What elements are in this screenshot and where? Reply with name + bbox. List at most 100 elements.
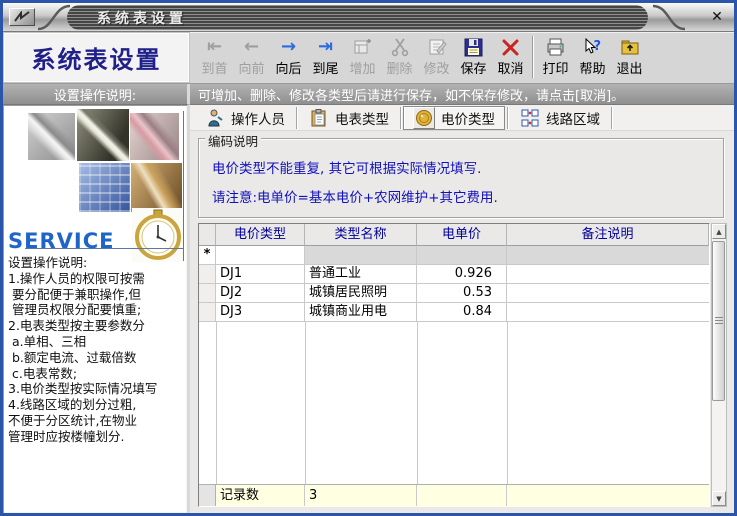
svg-text:?: ? bbox=[593, 39, 601, 54]
next-button[interactable]: → 向后 bbox=[270, 32, 307, 80]
tab-operators[interactable]: 操作人员 bbox=[195, 106, 294, 130]
print-icon bbox=[546, 36, 566, 58]
tab-line-areas[interactable]: 线路区域 bbox=[510, 106, 609, 130]
scrollbar-grip bbox=[715, 317, 723, 325]
cell-code[interactable]: DJ1 bbox=[216, 265, 305, 284]
cell-price[interactable]: 0.84 bbox=[417, 303, 507, 322]
cancel-button[interactable]: 取消 bbox=[492, 32, 529, 80]
price-type-icon bbox=[413, 107, 435, 129]
record-count-label: 记录数 bbox=[216, 485, 305, 506]
note-line-1: 电价类型不能重复, 其它可根据实际情况填写. bbox=[212, 157, 481, 177]
cancel-icon bbox=[501, 36, 520, 58]
meter-type-icon bbox=[308, 107, 329, 128]
cell-note[interactable] bbox=[507, 303, 709, 322]
last-label: 到尾 bbox=[312, 58, 338, 77]
cell-price[interactable]: 0.53 bbox=[417, 284, 507, 303]
footer-empty-cell bbox=[417, 485, 507, 506]
gridline bbox=[216, 322, 217, 484]
note-line-2: 请注意:电单价=基本电价+农网维护+其它费用. bbox=[212, 186, 498, 206]
cell-code[interactable]: DJ2 bbox=[216, 284, 305, 303]
groupbox-legend: 编码说明 bbox=[205, 131, 261, 150]
titlebar-swoosh-left bbox=[37, 3, 71, 32]
selector-header-cell bbox=[199, 224, 216, 246]
help-icon: ? bbox=[583, 36, 603, 58]
tab-meter-types-label: 电表类型 bbox=[335, 108, 389, 128]
record-count-value: 3 bbox=[305, 485, 417, 506]
column-header-remarks[interactable]: 备注说明 bbox=[507, 224, 709, 246]
row-selector[interactable] bbox=[199, 284, 216, 303]
gridline bbox=[417, 322, 418, 484]
tab-meter-types[interactable]: 电表类型 bbox=[299, 106, 398, 130]
exit-button[interactable]: 退出 bbox=[611, 32, 648, 80]
sidebar: SERVICE 设置操作说明: 1.操作人员的权限可按需 要分配便于兼职操作,但… bbox=[3, 105, 190, 513]
close-button[interactable]: ✕ bbox=[708, 8, 726, 26]
save-button[interactable]: 保存 bbox=[455, 32, 492, 80]
exit-label: 退出 bbox=[616, 58, 642, 77]
modify-icon bbox=[427, 36, 447, 58]
cell-name[interactable]: 城镇居民照明 bbox=[305, 284, 417, 303]
collage-books-image bbox=[131, 163, 182, 212]
column-header-unit-price[interactable]: 电单价 bbox=[417, 224, 507, 246]
tab-operators-label: 操作人员 bbox=[231, 108, 285, 128]
logo-icon bbox=[13, 11, 31, 23]
cell-note[interactable] bbox=[507, 284, 709, 303]
table-row[interactable]: DJ2 城镇居民照明 0.53 bbox=[199, 284, 709, 303]
next-icon: → bbox=[281, 36, 296, 58]
scroll-up-button[interactable]: ▲ bbox=[712, 224, 726, 239]
table-row[interactable]: DJ1 普通工业 0.926 bbox=[199, 265, 709, 284]
cell-code[interactable]: DJ3 bbox=[216, 303, 305, 322]
add-label: 增加 bbox=[349, 58, 375, 77]
new-record-code-cell[interactable] bbox=[216, 246, 305, 265]
hint-bar: 可增加、删除、修改各类型后请进行保存，如不保存修改，请点击[取消]。 bbox=[190, 84, 734, 105]
collage-pen-image bbox=[77, 109, 129, 161]
add-icon bbox=[353, 36, 373, 58]
first-icon: ⇤ bbox=[207, 36, 222, 58]
first-label: 到首 bbox=[201, 58, 227, 77]
modify-label: 修改 bbox=[423, 58, 449, 77]
line-area-icon bbox=[519, 107, 540, 128]
exit-icon bbox=[620, 36, 640, 58]
table-footer-row: 记录数 3 bbox=[199, 484, 709, 506]
column-header-price-type[interactable]: 电价类型 bbox=[216, 224, 305, 246]
table-row[interactable]: DJ3 城镇商业用电 0.84 bbox=[199, 303, 709, 322]
print-label: 打印 bbox=[542, 58, 568, 77]
cell-note[interactable] bbox=[507, 265, 709, 284]
print-button[interactable]: 打印 bbox=[537, 32, 574, 80]
row-selector[interactable] bbox=[199, 265, 216, 284]
help-button[interactable]: ? 帮助 bbox=[574, 32, 611, 80]
system-menu-button[interactable] bbox=[9, 8, 35, 26]
first-button: ⇤ 到首 bbox=[196, 32, 233, 80]
tab-separator bbox=[507, 107, 508, 129]
row-selector[interactable] bbox=[199, 303, 216, 322]
cell-name[interactable]: 普通工业 bbox=[305, 265, 417, 284]
titlebar-stripe-band: 系统表设置 bbox=[67, 5, 648, 30]
new-record-name-cell bbox=[305, 246, 417, 265]
header-row: 设置操作说明: 可增加、删除、修改各类型后请进行保存，如不保存修改，请点击[取消… bbox=[3, 84, 734, 105]
footer-selector-cell bbox=[199, 485, 216, 506]
tab-separator bbox=[611, 107, 612, 129]
tab-price-types-label: 电价类型 bbox=[441, 108, 495, 128]
save-label: 保存 bbox=[460, 58, 486, 77]
prev-icon: ← bbox=[244, 36, 259, 58]
table-header-row: 电价类型 类型名称 电单价 备注说明 bbox=[199, 224, 709, 246]
vertical-scrollbar[interactable]: ▲ ▼ bbox=[711, 223, 727, 507]
scrollbar-track[interactable] bbox=[712, 239, 726, 491]
gridline bbox=[507, 322, 508, 484]
last-button[interactable]: ⇥ 到尾 bbox=[307, 32, 344, 80]
new-record-marker: * bbox=[199, 246, 216, 265]
column-header-type-name[interactable]: 类型名称 bbox=[305, 224, 417, 246]
price-type-table: 电价类型 类型名称 电单价 备注说明 * DJ1 普通工业 0.926 bbox=[198, 223, 710, 507]
page-title: 系统表设置 bbox=[3, 32, 190, 83]
new-record-price-cell bbox=[417, 246, 507, 265]
new-record-row[interactable]: * bbox=[199, 246, 709, 265]
cell-name[interactable]: 城镇商业用电 bbox=[305, 303, 417, 322]
collage-watch-image bbox=[132, 208, 184, 262]
cell-price[interactable]: 0.926 bbox=[417, 265, 507, 284]
next-label: 向后 bbox=[275, 58, 301, 77]
tab-price-types[interactable]: 电价类型 bbox=[403, 106, 505, 130]
scroll-down-button[interactable]: ▼ bbox=[712, 491, 726, 506]
tab-separator bbox=[400, 107, 401, 129]
collage-keyboard-image bbox=[79, 163, 130, 212]
tab-line-areas-label: 线路区域 bbox=[546, 108, 600, 128]
scrollbar-thumb[interactable] bbox=[712, 241, 725, 401]
